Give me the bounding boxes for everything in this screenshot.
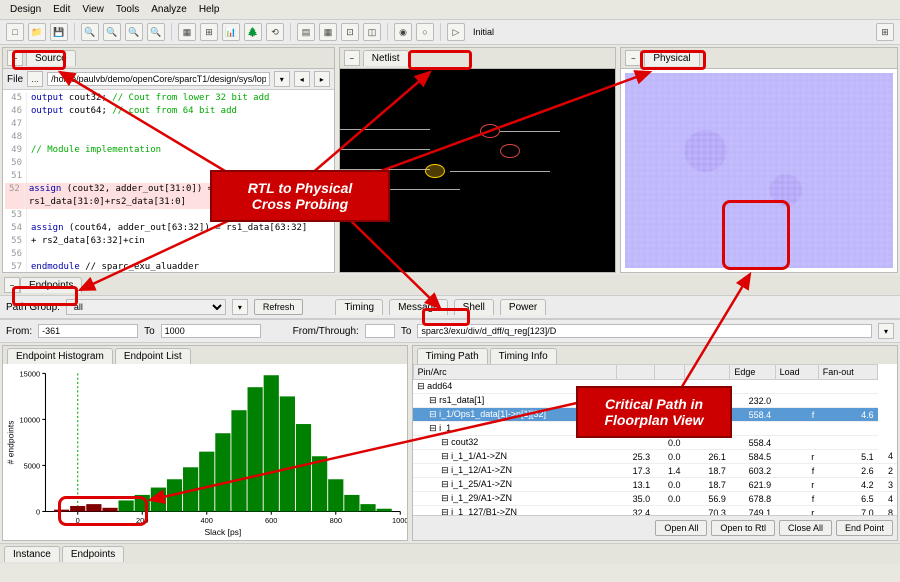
source-panel: − Source File … ▾ ◂ ▸ 45output cout32; /… bbox=[2, 47, 335, 273]
svg-text:0: 0 bbox=[76, 516, 80, 525]
svg-text:200: 200 bbox=[136, 516, 148, 525]
dropdown-icon[interactable]: ▾ bbox=[274, 71, 290, 87]
to-input[interactable] bbox=[161, 324, 261, 338]
menu-edit[interactable]: Edit bbox=[53, 4, 70, 15]
zoom-in-icon[interactable]: 🔍 bbox=[81, 23, 99, 41]
dropdown-icon[interactable]: ▾ bbox=[232, 299, 248, 315]
shell-tab[interactable]: Shell bbox=[454, 299, 494, 315]
ports-icon[interactable]: ◫ bbox=[363, 23, 381, 41]
source-code[interactable]: 45output cout32; // Cout from lower 32 b… bbox=[3, 90, 334, 272]
histogram-panel: Endpoint Histogram Endpoint List 0 5000 10… bbox=[2, 345, 408, 541]
main-toolbar: □ 📁 💾 🔍 🔍 🔍 🔍 ▦ ⊞ 📊 🌲 ⟲ ▤ ▦ ⊡ ◫ ◉ ○ ▷ In… bbox=[0, 20, 900, 45]
histogram-tab[interactable]: Endpoint Histogram bbox=[7, 348, 113, 364]
next-icon[interactable]: ▸ bbox=[314, 71, 330, 87]
gate-icon bbox=[500, 144, 520, 158]
timing-table[interactable]: Pin/ArcEdgeLoadFan-out⊟ add64⊟ rs1_data[… bbox=[413, 364, 897, 515]
timing-path-tab[interactable]: Timing Path bbox=[417, 348, 488, 364]
save-icon[interactable]: 💾 bbox=[50, 23, 68, 41]
menu-bar: Design Edit View Tools Analyze Help bbox=[0, 0, 900, 20]
path-group-label: Path Group: bbox=[6, 302, 60, 313]
from-label: From: bbox=[6, 326, 32, 337]
svg-text:5000: 5000 bbox=[24, 462, 41, 471]
svg-text:15000: 15000 bbox=[20, 370, 41, 379]
hierarchy-icon[interactable]: ⊞ bbox=[200, 23, 218, 41]
view-label: Initial bbox=[473, 27, 494, 37]
chip-layout bbox=[625, 73, 893, 268]
to-label: To bbox=[144, 326, 155, 337]
svg-text:400: 400 bbox=[201, 516, 213, 525]
dropdown-icon[interactable]: ▾ bbox=[878, 323, 894, 339]
collapse-icon[interactable]: − bbox=[7, 50, 23, 66]
refresh-button[interactable]: Refresh bbox=[254, 299, 304, 315]
tree-icon[interactable]: 🌲 bbox=[244, 23, 262, 41]
collapse-icon[interactable]: − bbox=[344, 50, 360, 66]
file-path-input[interactable] bbox=[47, 72, 270, 86]
zoom-fit-icon[interactable]: 🔍 bbox=[125, 23, 143, 41]
netlist-panel: − Netlist bbox=[339, 47, 617, 273]
histogram-chart[interactable]: 0 5000 10000 15000 0 200 400 600 800 1000 Slack [p… bbox=[3, 364, 407, 540]
message-tab[interactable]: Message bbox=[389, 299, 448, 315]
svg-text:10000: 10000 bbox=[20, 416, 41, 425]
source-tab[interactable]: Source bbox=[26, 50, 76, 66]
nets-icon[interactable]: ⊡ bbox=[341, 23, 359, 41]
cells-icon[interactable]: ▦ bbox=[319, 23, 337, 41]
end-point-button[interactable]: End Point bbox=[836, 520, 893, 536]
schematic-icon[interactable]: ⟲ bbox=[266, 23, 284, 41]
unhighlight-icon[interactable]: ○ bbox=[416, 23, 434, 41]
from-through-label: From/Through: bbox=[293, 326, 359, 337]
close-all-button[interactable]: Close All bbox=[779, 520, 832, 536]
svg-text:Slack [ps]: Slack [ps] bbox=[204, 527, 241, 537]
expand-icon[interactable]: ⊞ bbox=[876, 23, 894, 41]
collapse-icon[interactable]: − bbox=[625, 50, 641, 66]
chart-icon[interactable]: 📊 bbox=[222, 23, 240, 41]
report-icon[interactable]: ▦ bbox=[178, 23, 196, 41]
menu-analyze[interactable]: Analyze bbox=[151, 4, 187, 15]
netlist-canvas[interactable] bbox=[340, 69, 616, 272]
endpoint-list-tab[interactable]: Endpoint List bbox=[115, 348, 191, 364]
menu-help[interactable]: Help bbox=[199, 4, 220, 15]
menu-design[interactable]: Design bbox=[10, 4, 41, 15]
svg-text:1000: 1000 bbox=[392, 516, 407, 525]
zoom-out-icon[interactable]: 🔍 bbox=[103, 23, 121, 41]
open-icon[interactable]: 📁 bbox=[28, 23, 46, 41]
menu-tools[interactable]: Tools bbox=[116, 4, 139, 15]
file-browse-icon[interactable]: … bbox=[27, 71, 43, 87]
open-to-rtl-button[interactable]: Open to Rtl bbox=[711, 520, 775, 536]
to2-label: To bbox=[401, 326, 412, 337]
floorplan-canvas[interactable] bbox=[621, 69, 897, 272]
open-all-button[interactable]: Open All bbox=[655, 520, 707, 536]
collapse-icon[interactable]: − bbox=[4, 277, 20, 293]
timing-panel: Timing Path Timing Info Pin/ArcEdgeLoadF… bbox=[412, 345, 898, 541]
svg-text:# endpoints: # endpoints bbox=[6, 421, 16, 465]
endpoints-tab[interactable]: Endpoints bbox=[20, 277, 82, 293]
play-icon[interactable]: ▷ bbox=[447, 23, 465, 41]
timing-tab[interactable]: Timing bbox=[335, 299, 383, 315]
svg-text:800: 800 bbox=[330, 516, 342, 525]
physical-panel: − Physical bbox=[620, 47, 898, 273]
menu-view[interactable]: View bbox=[82, 4, 104, 15]
svg-text:600: 600 bbox=[265, 516, 277, 525]
endpoints-bottom-tab[interactable]: Endpoints bbox=[62, 546, 124, 562]
gate-highlight bbox=[425, 164, 445, 178]
svg-text:0: 0 bbox=[36, 508, 40, 517]
file-label: File bbox=[7, 74, 23, 85]
prev-icon[interactable]: ◂ bbox=[294, 71, 310, 87]
from-input[interactable] bbox=[38, 324, 138, 338]
layers-icon[interactable]: ▤ bbox=[297, 23, 315, 41]
zoom-reset-icon[interactable]: 🔍 bbox=[147, 23, 165, 41]
power-tab[interactable]: Power bbox=[500, 299, 546, 315]
from-through-input[interactable] bbox=[365, 324, 395, 338]
physical-tab[interactable]: Physical bbox=[644, 50, 699, 66]
path-group-select[interactable]: all bbox=[66, 299, 226, 315]
gate-icon bbox=[480, 124, 500, 138]
to2-input[interactable] bbox=[417, 324, 872, 338]
netlist-tab[interactable]: Netlist bbox=[363, 50, 409, 66]
timing-info-tab[interactable]: Timing Info bbox=[490, 348, 557, 364]
highlight-icon[interactable]: ◉ bbox=[394, 23, 412, 41]
instance-tab[interactable]: Instance bbox=[4, 546, 60, 562]
new-icon[interactable]: □ bbox=[6, 23, 24, 41]
